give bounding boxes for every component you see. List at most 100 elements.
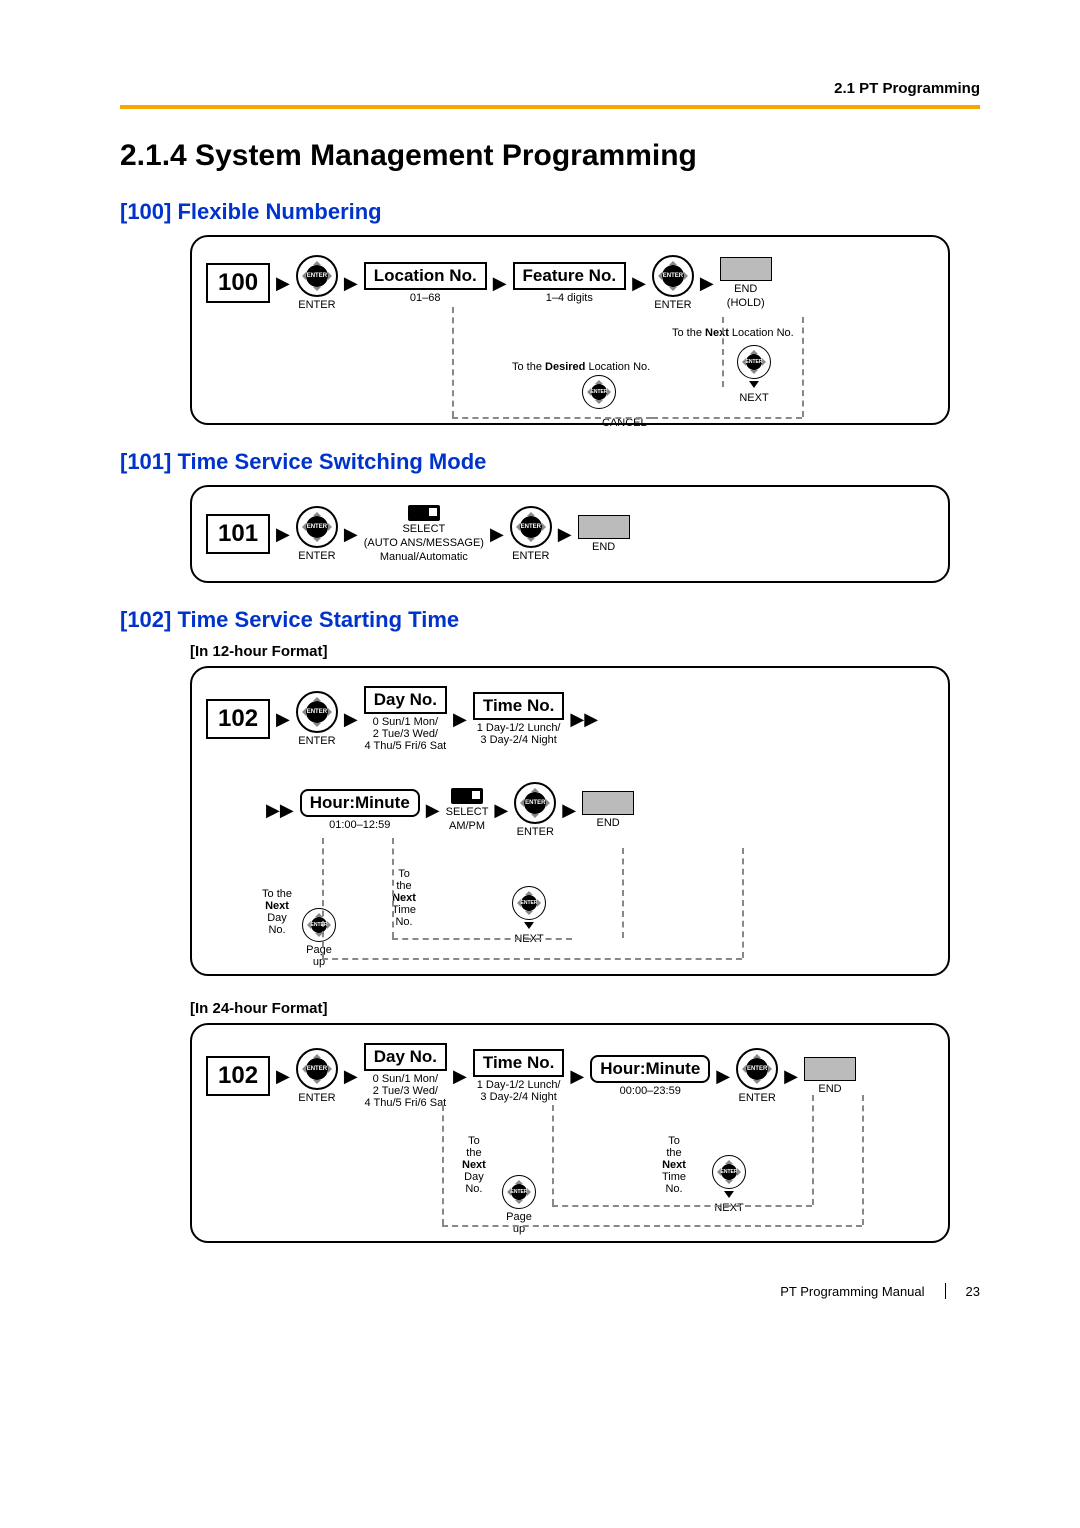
- code-102: 102: [206, 699, 270, 739]
- arrow-icon: ▶: [453, 709, 467, 730]
- select-button-icon: [451, 788, 483, 804]
- end-label: END: [818, 1083, 841, 1095]
- select-label: SELECT: [446, 806, 489, 818]
- enter-label: ENTER: [298, 735, 335, 747]
- arrow-icon: ▶: [344, 524, 358, 545]
- code-102b: 102: [206, 1056, 270, 1096]
- enter-button-icon: ENTER: [296, 691, 338, 733]
- arrow-icon: ▶: [453, 1066, 467, 1087]
- arrow-icon: ▶▶: [266, 800, 294, 821]
- enter-button-icon: ENTER: [296, 506, 338, 548]
- manual-auto-label: Manual/Automatic: [380, 551, 468, 563]
- footer-manual-name: PT Programming Manual: [780, 1284, 924, 1299]
- page-footer: PT Programming Manual 23: [120, 1283, 980, 1299]
- time-list: 1 Day-1/2 Lunch/ 3 Day-2/4 Night: [477, 722, 561, 746]
- nav-circle-icon: ENTER: [737, 345, 771, 379]
- diagram-102-24h: 102 ▶ ENTER ENTER ▶ Day No. 0 Sun/1 Mon/…: [190, 1023, 950, 1243]
- time-no-box: Time No.: [473, 692, 564, 720]
- time-list: 1 Day-1/2 Lunch/ 3 Day-2/4 Night: [477, 1079, 561, 1103]
- arrow-icon: ▶: [276, 524, 290, 545]
- arrow-icon: ▶: [716, 1066, 730, 1087]
- arrow-icon: ▶: [344, 709, 358, 730]
- nav-circle-icon: ENTER: [712, 1155, 746, 1189]
- page-title: 2.1.4 System Management Programming: [120, 139, 980, 173]
- end-button: [804, 1057, 856, 1081]
- next-location-note: To the Next Location No.: [672, 327, 794, 339]
- enter-label: ENTER: [654, 299, 691, 311]
- nav-circle-icon: ENTER: [302, 908, 336, 942]
- header-section-label: 2.1 PT Programming: [120, 80, 980, 97]
- arrow-icon: ▶: [344, 273, 358, 294]
- header-rule: [120, 105, 980, 109]
- enter-button-icon: ENTER: [296, 255, 338, 297]
- arrow-icon: ▶: [562, 800, 576, 821]
- heading-102: [102] Time Service Starting Time: [120, 607, 980, 633]
- next-time-note: To the Next Time No.: [392, 868, 416, 928]
- heading-100: [100] Flexible Numbering: [120, 199, 980, 225]
- enter-button-icon: ENTER: [736, 1048, 778, 1090]
- select-button-icon: [408, 505, 440, 521]
- arrow-icon: ▶: [700, 273, 714, 294]
- heading-101: [101] Time Service Switching Mode: [120, 449, 980, 475]
- format-24-label: [In 24-hour Format]: [190, 1000, 980, 1017]
- location-no-box: Location No.: [364, 262, 487, 290]
- end-label: END: [734, 283, 757, 295]
- arrow-icon: ▶: [558, 524, 572, 545]
- next-label: NEXT: [739, 392, 768, 404]
- arrow-icon: ▶: [632, 273, 646, 294]
- nav-circle-icon: ENTER: [512, 886, 546, 920]
- enter-button-icon: ENTER: [510, 506, 552, 548]
- diagram-102-12h: 102 ▶ ENTER ENTER ▶ Day No. 0 Sun/1 Mon/…: [190, 666, 950, 976]
- diagram-100: 100 ▶ ENTER ENTER ▶ Location No. 01–68 ▶…: [190, 235, 950, 425]
- hour-minute-box: Hour:Minute: [590, 1055, 710, 1083]
- ampm-label: AM/PM: [449, 820, 485, 832]
- next-label: NEXT: [714, 1202, 743, 1214]
- hm-range-24: 00:00–23:59: [620, 1085, 681, 1097]
- nav-circle-icon: ENTER: [582, 375, 616, 409]
- enter-label: ENTER: [298, 299, 335, 311]
- time-no-box: Time No.: [473, 1049, 564, 1077]
- arrow-icon: ▶: [344, 1066, 358, 1087]
- format-12-label: [In 12-hour Format]: [190, 643, 980, 660]
- nav-circle-icon: ENTER: [502, 1175, 536, 1209]
- end-button: [582, 791, 634, 815]
- enter-label: ENTER: [512, 550, 549, 562]
- hm-range-12: 01:00–12:59: [329, 819, 390, 831]
- day-no-box: Day No.: [364, 1043, 447, 1071]
- enter-button-icon: ENTER: [514, 782, 556, 824]
- page: 2.1 PT Programming 2.1.4 System Manageme…: [0, 0, 1080, 1359]
- hour-minute-box: Hour:Minute: [300, 789, 420, 817]
- end-button: [578, 515, 630, 539]
- day-no-box: Day No.: [364, 686, 447, 714]
- day-list: 0 Sun/1 Mon/ 2 Tue/3 Wed/ 4 Thu/5 Fri/6 …: [365, 716, 447, 752]
- end-label: END: [596, 817, 619, 829]
- location-range: 01–68: [410, 292, 441, 304]
- arrow-icon: ▶: [276, 709, 290, 730]
- page-up-label: Page up: [502, 1211, 536, 1235]
- auto-ans-label: (AUTO ANS/MESSAGE): [364, 537, 484, 549]
- enter-label: ENTER: [739, 1092, 776, 1104]
- hold-label: (HOLD): [727, 297, 765, 309]
- end-hold-button: [720, 257, 772, 281]
- enter-button-icon: ENTER: [652, 255, 694, 297]
- next-day-note: To the Next Day No.: [262, 888, 292, 936]
- footer-divider: [945, 1283, 946, 1299]
- diagram-101: 101 ▶ ENTER ENTER ▶ SELECT (AUTO ANS/MES…: [190, 485, 950, 583]
- code-100: 100: [206, 263, 270, 303]
- footer-page-number: 23: [966, 1284, 980, 1299]
- arrow-icon: ▶: [426, 800, 440, 821]
- arrow-icon: ▶: [276, 1066, 290, 1087]
- arrow-icon: ▶: [276, 273, 290, 294]
- enter-label: ENTER: [517, 826, 554, 838]
- page-up-label: Page up: [302, 944, 336, 968]
- arrow-icon: ▶: [784, 1066, 798, 1087]
- arrow-icon: ▶: [494, 800, 508, 821]
- desired-location-note: To the Desired Location No.: [512, 361, 650, 373]
- next-day-note: To the Next Day No.: [462, 1135, 486, 1195]
- day-list: 0 Sun/1 Mon/ 2 Tue/3 Wed/ 4 Thu/5 Fri/6 …: [365, 1073, 447, 1109]
- code-101: 101: [206, 514, 270, 554]
- feature-no-box: Feature No.: [513, 262, 627, 290]
- enter-button-icon: ENTER: [296, 1048, 338, 1090]
- enter-label: ENTER: [298, 550, 335, 562]
- arrow-icon: ▶: [490, 524, 504, 545]
